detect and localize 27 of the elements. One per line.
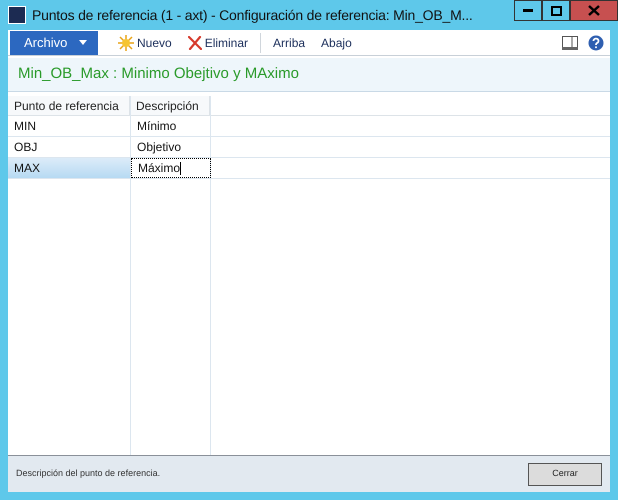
toolbar-button[interactable]: Arriba [265,32,314,54]
file-menu-button[interactable]: Archivo [10,30,98,54]
toolbar-button[interactable]: Abajo [313,32,360,54]
close-icon [588,5,600,16]
table-cell-text: Mínimo [136,118,178,135]
table-cell[interactable]: MIN [8,116,130,136]
caret-icon [79,40,88,45]
table-cell[interactable]: OBJ [8,137,130,157]
form-heading: Min_OB_Max : Minimo Obejtivo y MAximo [18,64,299,84]
cross-icon [188,36,202,50]
app-icon [8,6,26,24]
maximize-button[interactable] [542,0,570,21]
panel-icon[interactable] [562,36,578,50]
cell-input-field[interactable]: Máximo [131,158,211,178]
toolbar-button[interactable]: Eliminar [180,32,256,54]
toolbar-button[interactable]: Nuevo [110,32,180,54]
window-title: Puntos de referencia (1 - axt) - Configuración de referencia: Min_OB_M... [32,6,473,25]
table-cell[interactable]: MAX [8,158,130,178]
help-icon[interactable] [588,34,604,50]
close-button[interactable] [570,0,618,21]
column-header[interactable]: Punto de referencia [8,96,130,115]
close-dialog-button[interactable]: Cerrar [528,462,602,486]
status-text: Descripción del punto de referencia. [16,467,160,480]
sun-icon [118,34,134,50]
table-cell-text: Objetivo [136,139,182,156]
minimize-button[interactable] [514,0,542,21]
column-header[interactable]: Descripción [130,96,210,115]
